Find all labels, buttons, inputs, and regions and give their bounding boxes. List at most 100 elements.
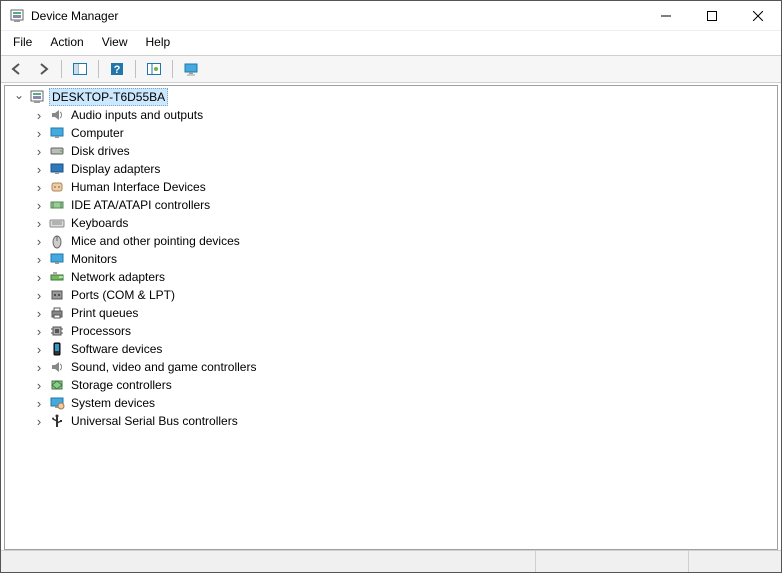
expander-icon[interactable] [31, 287, 47, 303]
status-cell [688, 551, 781, 572]
tree-node[interactable]: Print queues [5, 304, 777, 322]
device-tree[interactable]: DESKTOP-T6D55BA Audio inputs and outputs… [4, 85, 778, 550]
expander-icon[interactable] [31, 359, 47, 375]
status-cell [535, 551, 689, 572]
tree-node-label: Monitors [69, 251, 119, 267]
expander-icon[interactable] [31, 215, 47, 231]
tree-node[interactable]: IDE ATA/ATAPI controllers [5, 196, 777, 214]
tree-node-label: Storage controllers [69, 377, 174, 393]
tree-node[interactable]: Processors [5, 322, 777, 340]
printer-icon [49, 305, 65, 321]
menu-action[interactable]: Action [42, 33, 91, 51]
network-icon [49, 269, 65, 285]
port-icon [49, 287, 65, 303]
sound-icon [49, 359, 65, 375]
toolbar-separator [172, 60, 173, 78]
cpu-icon [49, 323, 65, 339]
hid-icon [49, 179, 65, 195]
tree-node-label: Display adapters [69, 161, 162, 177]
disk-icon [49, 143, 65, 159]
tree-node[interactable]: Ports (COM & LPT) [5, 286, 777, 304]
tree-node[interactable]: Software devices [5, 340, 777, 358]
expander-icon[interactable] [31, 107, 47, 123]
tree-node-label: System devices [69, 395, 157, 411]
tree-node[interactable]: Disk drives [5, 142, 777, 160]
expander-icon[interactable] [31, 197, 47, 213]
window-title: Device Manager [31, 9, 643, 23]
expander-icon[interactable] [31, 395, 47, 411]
tree-node-label: Network adapters [69, 269, 167, 285]
app-icon [9, 8, 25, 24]
tree-node[interactable]: Display adapters [5, 160, 777, 178]
monitor-button[interactable] [179, 58, 203, 80]
expander-icon[interactable] [31, 341, 47, 357]
tree-node-label: Software devices [69, 341, 164, 357]
tree-node-label: Universal Serial Bus controllers [69, 413, 240, 429]
expander-icon[interactable] [31, 161, 47, 177]
toolbar-separator [135, 60, 136, 78]
ide-icon [49, 197, 65, 213]
tree-node[interactable]: Audio inputs and outputs [5, 106, 777, 124]
menu-file[interactable]: File [5, 33, 40, 51]
expander-icon[interactable] [31, 233, 47, 249]
expander-icon[interactable] [31, 413, 47, 429]
tree-node-label: Mice and other pointing devices [69, 233, 242, 249]
expander-icon[interactable] [31, 323, 47, 339]
forward-button[interactable] [31, 58, 55, 80]
tree-node[interactable]: Network adapters [5, 268, 777, 286]
titlebar: Device Manager [1, 1, 781, 31]
tree-node[interactable]: Sound, video and game controllers [5, 358, 777, 376]
tree-node-label: Ports (COM & LPT) [69, 287, 177, 303]
menu-view[interactable]: View [94, 33, 136, 51]
expander-icon[interactable] [31, 269, 47, 285]
tree-node[interactable]: System devices [5, 394, 777, 412]
computer-icon [49, 125, 65, 141]
software-icon [49, 341, 65, 357]
tree-node-label: Disk drives [69, 143, 132, 159]
system-icon [49, 395, 65, 411]
audio-icon [49, 107, 65, 123]
mouse-icon [49, 233, 65, 249]
tree-node[interactable]: Human Interface Devices [5, 178, 777, 196]
tree-node-label: Print queues [69, 305, 140, 321]
expander-icon[interactable] [31, 305, 47, 321]
close-button[interactable] [735, 1, 781, 31]
computer-root-icon [29, 89, 45, 105]
scan-hardware-button[interactable] [142, 58, 166, 80]
tree-node-label: IDE ATA/ATAPI controllers [69, 197, 212, 213]
expander-icon[interactable] [31, 125, 47, 141]
tree-node[interactable]: Mice and other pointing devices [5, 232, 777, 250]
tree-node[interactable]: Storage controllers [5, 376, 777, 394]
toolbar: ? [1, 55, 781, 83]
menubar: File Action View Help [1, 31, 781, 55]
tree-node[interactable]: Monitors [5, 250, 777, 268]
toolbar-separator [61, 60, 62, 78]
tree-node-label: Processors [69, 323, 133, 339]
expander-icon[interactable] [31, 377, 47, 393]
tree-node[interactable]: Universal Serial Bus controllers [5, 412, 777, 430]
show-hide-tree-button[interactable] [68, 58, 92, 80]
storage-icon [49, 377, 65, 393]
tree-node-label: Audio inputs and outputs [69, 107, 205, 123]
expander-icon[interactable] [11, 89, 27, 105]
back-button[interactable] [5, 58, 29, 80]
svg-text:?: ? [114, 64, 121, 76]
display-icon [49, 161, 65, 177]
tree-node[interactable]: Keyboards [5, 214, 777, 232]
expander-icon[interactable] [31, 251, 47, 267]
toolbar-separator [98, 60, 99, 78]
tree-node[interactable]: Computer [5, 124, 777, 142]
help-button[interactable]: ? [105, 58, 129, 80]
monitor-icon [49, 251, 65, 267]
expander-icon[interactable] [31, 143, 47, 159]
tree-node-label: Computer [69, 125, 126, 141]
window-controls [643, 1, 781, 30]
menu-help[interactable]: Help [138, 33, 179, 51]
expander-icon[interactable] [31, 179, 47, 195]
tree-root[interactable]: DESKTOP-T6D55BA [5, 88, 777, 106]
usb-icon [49, 413, 65, 429]
minimize-button[interactable] [643, 1, 689, 31]
tree-node-label: Sound, video and game controllers [69, 359, 258, 375]
status-cell [1, 551, 535, 572]
maximize-button[interactable] [689, 1, 735, 31]
